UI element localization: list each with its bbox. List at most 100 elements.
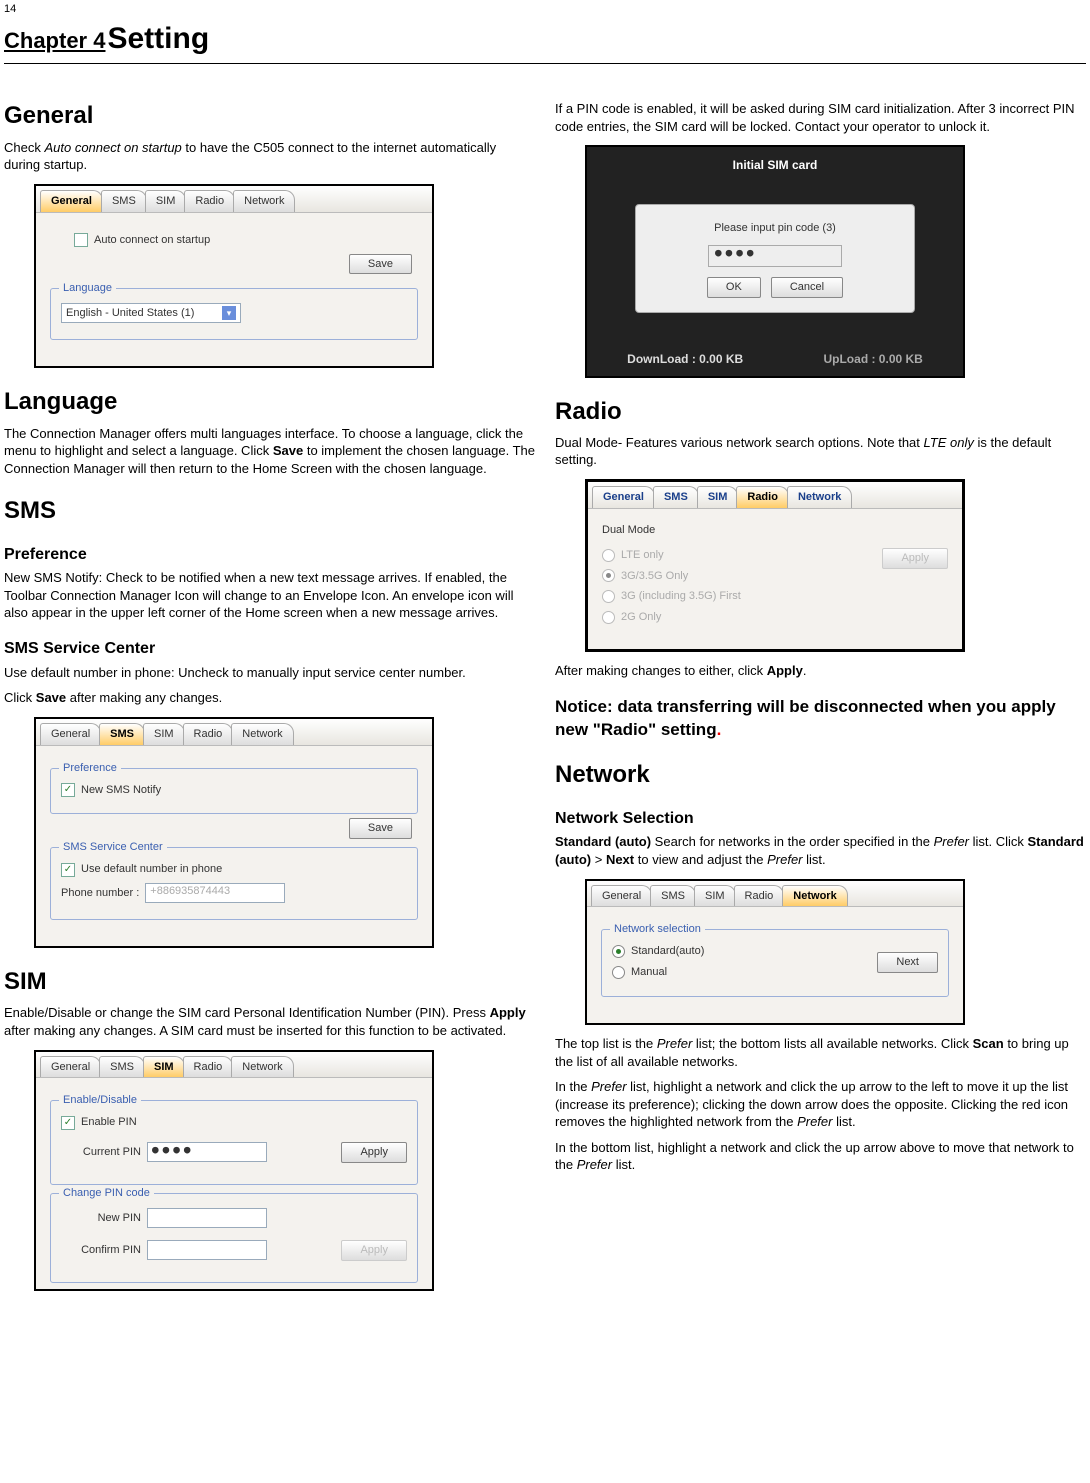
radio-after: After making changes to either, click Ap… — [555, 662, 1086, 680]
heading-sms: SMS — [4, 495, 535, 527]
radio-3g-only[interactable] — [602, 569, 615, 582]
heading-sim: SIM — [4, 966, 535, 998]
radio-3g-first[interactable] — [602, 590, 615, 603]
tab-general[interactable]: General — [592, 486, 655, 508]
language-select[interactable]: English - United States (1) ▾ — [61, 303, 241, 323]
pin-prompt: Please input pin code (3) — [650, 221, 900, 236]
screenshot-sim: General SMS SIM Radio Network Enable/Dis… — [34, 1050, 434, 1292]
checkbox-enable-pin[interactable]: ✓ — [61, 1116, 75, 1130]
current-pin-field[interactable]: ●●●● — [147, 1142, 267, 1162]
save-button[interactable]: Save — [349, 818, 412, 839]
network-selection-legend: Network selection — [610, 922, 705, 937]
heading-preference: Preference — [4, 544, 535, 566]
radio-body: Dual Mode- Features various network sear… — [555, 434, 1086, 469]
tab-radio[interactable]: Radio — [734, 885, 785, 907]
tab-sms[interactable]: SMS — [653, 486, 699, 508]
pin-input[interactable]: ●●●● — [708, 245, 842, 267]
tab-sms[interactable]: SMS — [101, 190, 147, 212]
network-p1: Standard (auto) Search for networks in t… — [555, 833, 1086, 868]
tab-sms[interactable]: SMS — [650, 885, 696, 907]
sim-body: Enable/Disable or change the SIM card Pe… — [4, 1004, 535, 1039]
new-pin-label: New PIN — [61, 1211, 141, 1226]
confirm-pin-field[interactable] — [147, 1240, 267, 1260]
screenshot-network: General SMS SIM Radio Network Network se… — [585, 879, 965, 1026]
heading-sms-service-center: SMS Service Center — [4, 638, 535, 660]
sms-svc-legend: SMS Service Center — [59, 840, 167, 855]
apply-button-disabled: Apply — [341, 1240, 407, 1261]
language-body: The Connection Manager offers multi lang… — [4, 425, 535, 478]
network-p3: In the Prefer list, highlight a network … — [555, 1078, 1086, 1131]
preference-body: New SMS Notify: Check to be notified whe… — [4, 569, 535, 622]
tab-network[interactable]: Network — [231, 723, 293, 745]
auto-connect-label: Auto connect on startup — [94, 233, 210, 248]
pin-note: If a PIN code is enabled, it will be ask… — [555, 100, 1086, 135]
top-rule: Chapter 4 Setting — [4, 19, 1086, 65]
apply-button[interactable]: Apply — [341, 1142, 407, 1163]
page-number: 14 — [0, 0, 1090, 19]
tab-network[interactable]: Network — [787, 486, 852, 508]
screenshot-radio: General SMS SIM Radio Network Dual Mode … — [585, 479, 965, 652]
tab-network[interactable]: Network — [231, 1056, 293, 1078]
screenshot-general: General SMS SIM Radio Network Auto conne… — [34, 184, 434, 369]
tab-general[interactable]: General — [591, 885, 652, 907]
initial-sim-header: Initial SIM card — [587, 147, 963, 173]
tab-general[interactable]: General — [40, 1056, 101, 1078]
checkbox-use-default-number[interactable]: ✓ — [61, 863, 75, 877]
lte-only-label: LTE only — [621, 548, 664, 563]
phone-number-field[interactable]: +886935874443 — [145, 883, 285, 903]
enable-pin-label: Enable PIN — [81, 1115, 137, 1130]
next-button[interactable]: Next — [877, 952, 938, 973]
tab-sim[interactable]: SIM — [145, 190, 187, 212]
download-label: DownLoad : 0.00 KB — [627, 351, 743, 367]
tab-network[interactable]: Network — [233, 190, 295, 212]
tab-general[interactable]: General — [40, 723, 101, 745]
heading-language: Language — [4, 386, 535, 418]
confirm-pin-label: Confirm PIN — [61, 1243, 141, 1258]
heading-general: General — [4, 100, 535, 132]
general-body: Check Auto connect on startup to have th… — [4, 139, 535, 174]
standard-auto-label: Standard(auto) — [631, 944, 704, 959]
tab-sim[interactable]: SIM — [143, 1056, 185, 1078]
change-pin-legend: Change PIN code — [59, 1186, 154, 1201]
save-button[interactable]: Save — [349, 254, 412, 275]
manual-label: Manual — [631, 965, 667, 980]
tab-sim[interactable]: SIM — [143, 723, 185, 745]
use-default-number-label: Use default number in phone — [81, 862, 222, 877]
screenshot-pin-dialog: Initial SIM card Please input pin code (… — [585, 145, 965, 377]
cancel-button[interactable]: Cancel — [771, 277, 843, 298]
tab-radio[interactable]: Radio — [183, 723, 234, 745]
3g-first-label: 3G (including 3.5G) First — [621, 589, 741, 604]
tab-network[interactable]: Network — [782, 885, 847, 907]
heading-network-selection: Network Selection — [555, 808, 1086, 830]
radio-2g-only[interactable] — [602, 611, 615, 624]
apply-button[interactable]: Apply — [882, 548, 948, 569]
tab-radio[interactable]: Radio — [183, 1056, 234, 1078]
ok-button[interactable]: OK — [707, 277, 761, 298]
network-p2: The top list is the Prefer list; the bot… — [555, 1035, 1086, 1070]
chapter-label: Chapter 4 — [4, 26, 105, 56]
3g-only-label: 3G/3.5G Only — [621, 569, 688, 584]
screenshot-sms: General SMS SIM Radio Network Preference… — [34, 717, 434, 948]
new-sms-notify-label: New SMS Notify — [81, 783, 161, 798]
checkbox-new-sms-notify[interactable]: ✓ — [61, 783, 75, 797]
tab-sms[interactable]: SMS — [99, 1056, 145, 1078]
checkbox-auto-connect[interactable] — [74, 233, 88, 247]
radio-standard-auto[interactable] — [612, 945, 625, 958]
current-pin-label: Current PIN — [61, 1145, 141, 1160]
new-pin-field[interactable] — [147, 1208, 267, 1228]
language-legend: Language — [59, 281, 116, 296]
language-value: English - United States (1) — [66, 306, 194, 321]
tab-sms[interactable]: SMS — [99, 723, 145, 745]
tab-sim[interactable]: SIM — [694, 885, 736, 907]
dual-mode-label: Dual Mode — [602, 523, 948, 538]
tab-radio[interactable]: Radio — [736, 486, 789, 508]
right-column: If a PIN code is enabled, it will be ask… — [555, 82, 1086, 1291]
preference-legend: Preference — [59, 761, 121, 776]
2g-only-label: 2G Only — [621, 610, 661, 625]
radio-lte-only[interactable] — [602, 549, 615, 562]
tab-general[interactable]: General — [40, 190, 103, 212]
tab-radio[interactable]: Radio — [184, 190, 235, 212]
radio-manual[interactable] — [612, 966, 625, 979]
chapter-title: Setting — [107, 19, 209, 60]
tab-sim[interactable]: SIM — [697, 486, 739, 508]
